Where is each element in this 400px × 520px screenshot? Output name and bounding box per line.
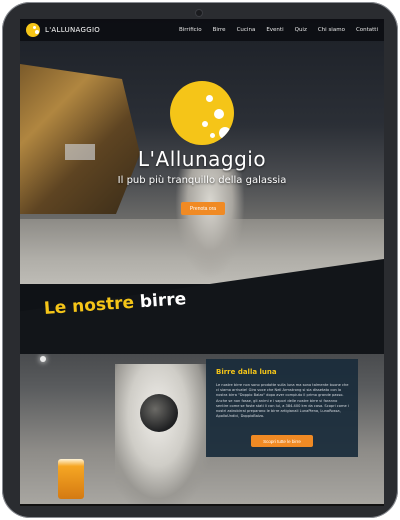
nav-item-eventi[interactable]: Eventi <box>266 27 283 33</box>
book-now-button[interactable]: Prenota ora <box>181 202 225 215</box>
nav-item-cucina[interactable]: Cucina <box>237 27 256 33</box>
lamp-light <box>40 356 46 362</box>
lunar-module-image <box>20 64 140 214</box>
nav-item-birrificio[interactable]: Birrificio <box>179 27 202 33</box>
beer-info-card: Birre dalla luna Le nostre birre non son… <box>206 359 358 457</box>
card-body: Le nostre birre non sono prodotte sulla … <box>216 383 349 419</box>
astronaut-figure <box>115 364 210 506</box>
beer-glass-icon <box>58 459 84 499</box>
brand-logo-icon[interactable] <box>26 23 40 37</box>
nav-item-quiz[interactable]: Quiz <box>295 27 307 33</box>
hero-subtitle: Il pub più tranquillo della galassia <box>117 175 287 186</box>
hero-title: L'Allunaggio <box>137 147 267 171</box>
hero-section: L'Allunaggio Il pub più tranquillo della… <box>20 19 384 284</box>
nav-item-chi-siamo[interactable]: Chi siamo <box>318 27 345 33</box>
section-title-part2: birre <box>139 289 187 313</box>
nav-menu: Birrificio Birre Cucina Eventi Quiz Chi … <box>168 27 378 33</box>
camera-icon <box>196 10 202 16</box>
discover-beers-button[interactable]: Scopri tutte le birre <box>251 435 313 447</box>
helmet-visor <box>140 394 178 432</box>
website-screen: L'Allunaggio Il pub più tranquillo della… <box>20 19 384 506</box>
moon-logo-icon <box>170 81 234 145</box>
brand-name[interactable]: L'ALLUNAGGIO <box>45 26 100 34</box>
top-navbar: L'ALLUNAGGIO Birrificio Birre Cucina Eve… <box>20 19 384 41</box>
screen-bottom-edge <box>20 504 384 506</box>
nav-item-birre[interactable]: Birre <box>213 27 226 33</box>
nav-item-contatti[interactable]: Contatti <box>356 27 378 33</box>
tablet-frame: L'Allunaggio Il pub più tranquillo della… <box>2 2 398 518</box>
card-title: Birre dalla luna <box>216 368 277 376</box>
